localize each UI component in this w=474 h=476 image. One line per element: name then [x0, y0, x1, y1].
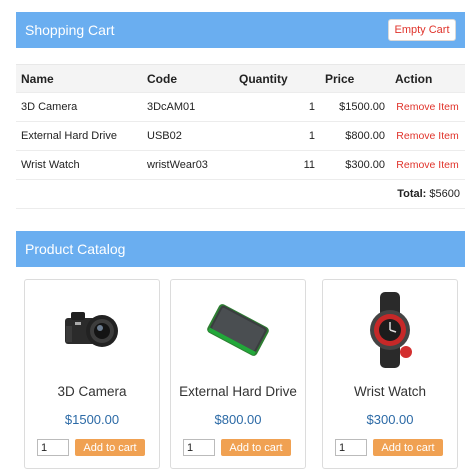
remove-item-link[interactable]: Remove Item: [396, 159, 458, 171]
add-to-cart-button[interactable]: Add to cart: [75, 439, 145, 456]
remove-item-link[interactable]: Remove Item: [396, 101, 458, 113]
column-header-quantity: Quantity: [234, 64, 320, 93]
product-card-wrist-watch: Wrist Watch $300.00 Add to cart: [322, 279, 458, 469]
product-price: $1500.00: [64, 412, 120, 427]
shopping-cart-header: Shopping Cart Empty Cart: [16, 12, 465, 48]
product-price: $300.00: [366, 412, 414, 427]
quantity-input[interactable]: [335, 439, 367, 456]
cart-item-price: $800.00: [320, 121, 390, 151]
table-row: External Hard Drive USB02 1 $800.00 Remo…: [16, 121, 465, 151]
product-card-hard-drive: External Hard Drive $800.00 Add to cart: [170, 279, 306, 469]
cart-item-name: External Hard Drive: [16, 121, 142, 151]
table-row: Wrist Watch wristWear03 11 $300.00 Remov…: [16, 150, 465, 180]
cart-item-code: USB02: [142, 121, 234, 151]
product-name: Wrist Watch: [353, 384, 426, 399]
add-to-cart-button[interactable]: Add to cart: [373, 439, 443, 456]
cart-table-header-row: Name Code Quantity Price Action: [16, 64, 465, 93]
product-name: 3D Camera: [57, 384, 127, 399]
camera-icon: [25, 290, 159, 370]
column-header-name: Name: [16, 64, 142, 93]
quantity-input[interactable]: [183, 439, 215, 456]
cart-item-quantity: 11: [234, 150, 320, 180]
total-value: $5600: [429, 188, 460, 200]
cart-item-price: $300.00: [320, 150, 390, 180]
quantity-input[interactable]: [37, 439, 69, 456]
cart-item-code: wristWear03: [142, 150, 234, 180]
column-header-action: Action: [390, 64, 465, 93]
column-header-code: Code: [142, 64, 234, 93]
cart-table: Name Code Quantity Price Action 3D Camer…: [16, 64, 465, 209]
product-catalog-header: Product Catalog: [16, 231, 465, 267]
cart-item-name: 3D Camera: [16, 92, 142, 122]
product-name: External Hard Drive: [179, 384, 297, 399]
table-row: 3D Camera 3DcAM01 1 $1500.00 Remove Item: [16, 92, 465, 122]
cart-item-price: $1500.00: [320, 92, 390, 122]
cart-item-code: 3DcAM01: [142, 92, 234, 122]
product-catalog-title: Product Catalog: [25, 241, 126, 257]
product-card-camera: 3D Camera $1500.00 Add to cart: [24, 279, 160, 469]
wrist-watch-icon: [323, 290, 457, 370]
total-label: Total:: [397, 188, 427, 200]
shopping-cart-title: Shopping Cart: [25, 22, 115, 38]
empty-cart-button[interactable]: Empty Cart: [388, 19, 456, 41]
cart-item-quantity: 1: [234, 121, 320, 151]
cart-item-quantity: 1: [234, 92, 320, 122]
cart-total-row: Total: $5600: [16, 179, 465, 209]
add-to-cart-button[interactable]: Add to cart: [221, 439, 291, 456]
remove-item-link[interactable]: Remove Item: [396, 130, 458, 142]
hard-drive-icon: [171, 290, 305, 370]
cart-item-name: Wrist Watch: [16, 150, 142, 180]
column-header-price: Price: [320, 64, 390, 93]
product-price: $800.00: [214, 412, 262, 427]
